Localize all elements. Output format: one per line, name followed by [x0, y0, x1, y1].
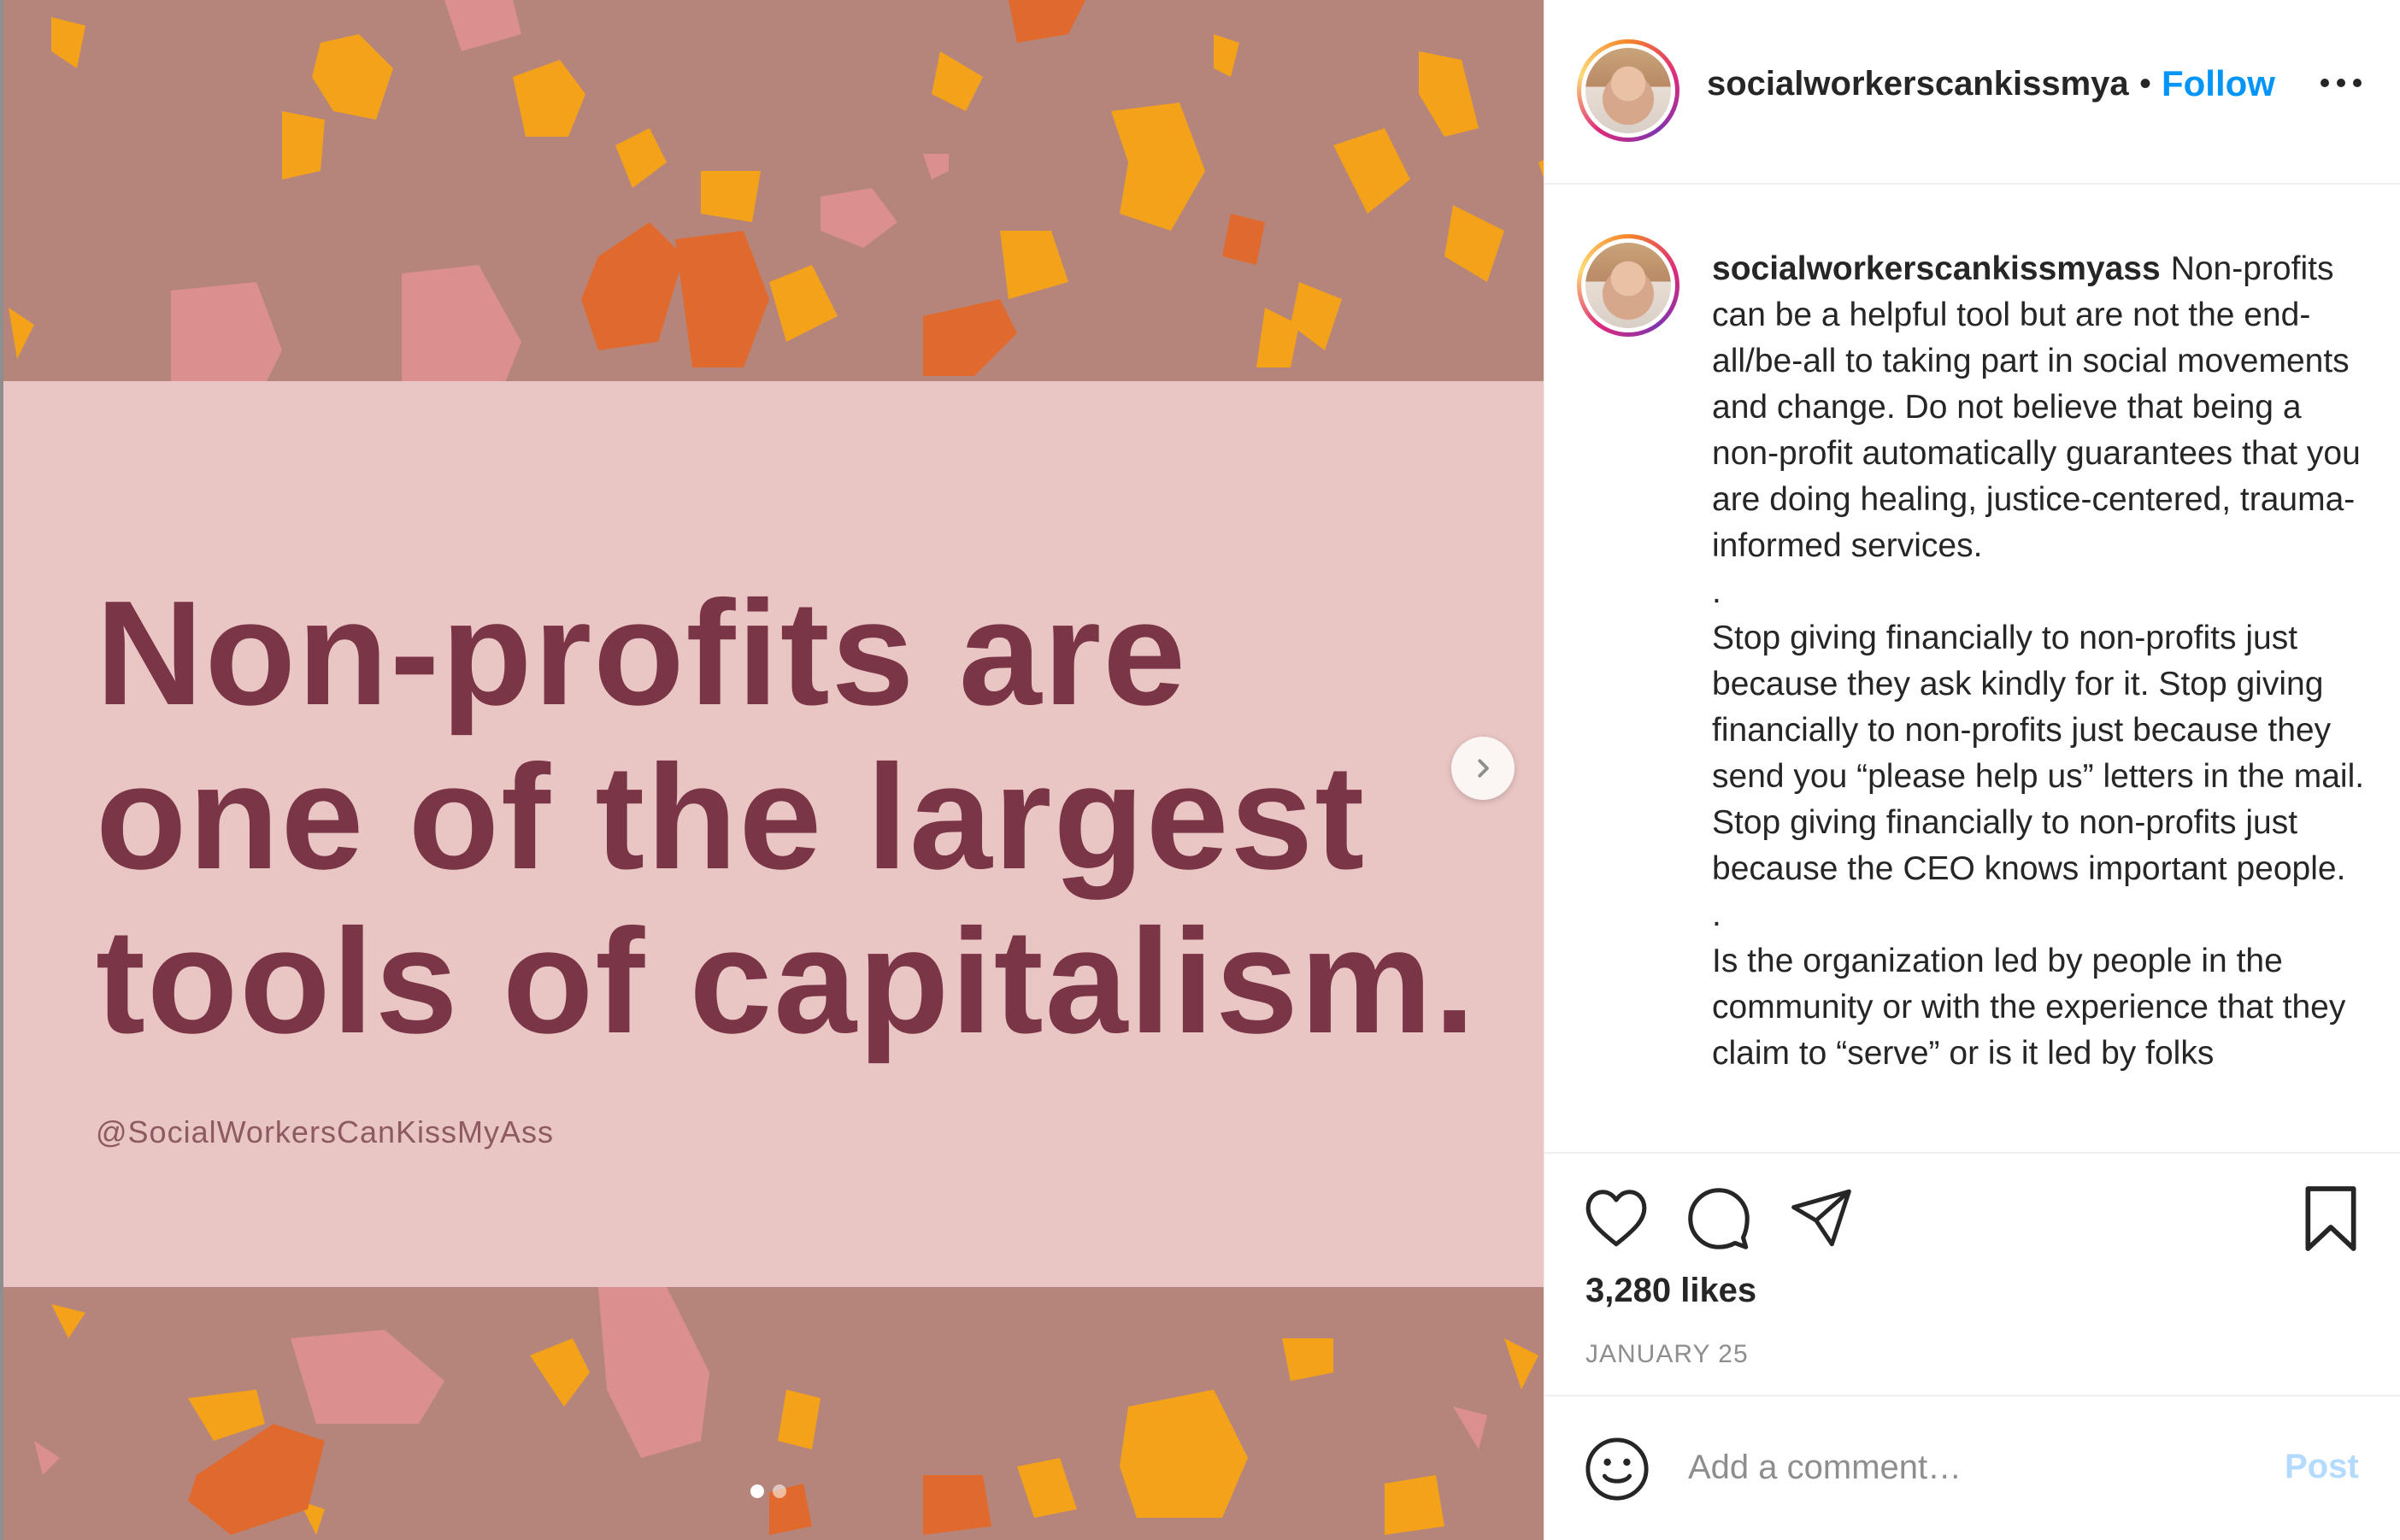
post-actions: 3,280 likes JANUARY 25 — [1544, 1152, 2400, 1395]
caption-avatar-image — [1585, 243, 1671, 328]
more-options-icon[interactable] — [2321, 70, 2372, 96]
carousel-dot-2 — [773, 1484, 786, 1498]
carousel-dot-1 — [750, 1484, 764, 1498]
share-icon[interactable] — [1789, 1186, 1854, 1254]
quote-card: Non-profits are one of the largest tools… — [3, 381, 1544, 1287]
caption-paragraph-1: Non-profits can be a helpful tool but ar… — [1712, 250, 2361, 564]
caption-paragraph-5: Is the organization led by people in the… — [1712, 943, 2346, 1072]
post-date[interactable]: JANUARY 25 — [1585, 1340, 1749, 1369]
post-header: socialworkerscankissmya • Follow — [1544, 0, 2400, 185]
avatar-image — [1585, 48, 1671, 133]
comment-bar: Post — [1544, 1395, 2400, 1540]
post-sidebar: socialworkerscankissmya • Follow socialw… — [1544, 0, 2400, 1540]
comment-icon[interactable] — [1686, 1186, 1751, 1255]
post-comment-button[interactable]: Post — [2285, 1448, 2359, 1486]
chevron-right-icon — [1478, 759, 1489, 778]
emoji-icon[interactable] — [1584, 1436, 1650, 1507]
caption-paragraph-2: . — [1712, 573, 1721, 610]
caption-text: socialworkerscankissmyass Non-profits can… — [1712, 246, 2370, 1077]
bookmark-icon[interactable] — [2302, 1184, 2360, 1257]
caption-avatar[interactable] — [1577, 234, 1679, 337]
terrazzo-pattern-bottom — [34, 1287, 1538, 1535]
avatar[interactable] — [1577, 39, 1679, 142]
likes-count[interactable]: 3,280 likes — [1585, 1272, 1756, 1310]
carousel-next-button[interactable] — [1451, 737, 1515, 800]
caption-paragraph-3: Stop giving financially to non-profits j… — [1712, 620, 2365, 887]
post-headline: Non-profits are one of the largest tools… — [96, 569, 1477, 1064]
carousel-indicator — [750, 1484, 786, 1498]
header-separator: • — [2139, 65, 2152, 103]
follow-button[interactable]: Follow — [2162, 63, 2275, 104]
header-username[interactable]: socialworkerscankissmya — [1707, 65, 2134, 103]
terrazzo-pattern-top — [9, 0, 1544, 381]
caption-section[interactable]: socialworkerscankissmyass Non-profits can… — [1544, 186, 2400, 1152]
post-credit: @SocialWorkersCanKissMyAss — [96, 1114, 554, 1149]
caption-paragraph-4: . — [1712, 896, 1721, 933]
comment-input[interactable] — [1688, 1437, 2252, 1497]
caption-username[interactable]: socialworkerscankissmyass — [1712, 250, 2161, 287]
heart-icon[interactable] — [1584, 1188, 1649, 1254]
post-media[interactable]: Non-profits are one of the largest tools… — [0, 0, 1544, 1540]
